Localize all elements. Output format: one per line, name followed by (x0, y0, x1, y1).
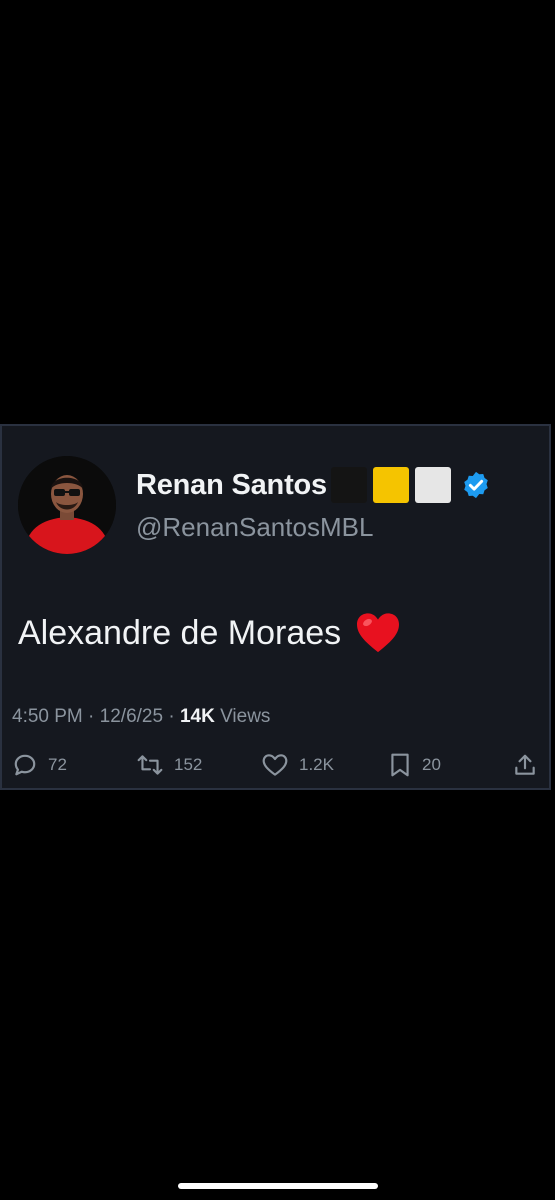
tweet-text: Alexandre de Moraes (18, 613, 342, 652)
reply-count: 72 (48, 755, 67, 774)
like-icon (262, 754, 288, 776)
display-name-row: Renan Santos (136, 464, 491, 506)
bookmark-icon (391, 753, 409, 777)
verified-badge-icon[interactable] (461, 470, 491, 500)
tweet-body: Alexandre de Moraes (18, 612, 401, 654)
home-indicator (178, 1183, 378, 1189)
share-icon (515, 754, 535, 775)
reply-button[interactable]: 72 (12, 748, 67, 782)
views-label[interactable]: Views (220, 706, 270, 727)
reply-icon (14, 754, 36, 776)
white-square-emoji (414, 467, 451, 503)
share-button[interactable] (512, 748, 538, 782)
user-handle[interactable]: @RenanSantosMBL (136, 512, 373, 543)
tweet-card[interactable]: Renan Santos @RenanSantosMBL Alexandre d… (0, 424, 551, 790)
tweet-time[interactable]: 4:50 PM (12, 706, 83, 727)
meta-separator: · (168, 706, 175, 727)
avatar-photo (18, 456, 116, 554)
avatar[interactable] (18, 456, 116, 554)
tweet-date[interactable]: 12/6/25 (100, 706, 163, 727)
repost-count: 152 (174, 755, 203, 774)
meta-separator: · (88, 706, 95, 727)
views-count[interactable]: 14K (180, 706, 215, 727)
like-count: 1.2K (299, 755, 334, 774)
bookmark-count: 20 (422, 755, 441, 774)
repost-icon (137, 755, 163, 775)
display-name[interactable]: Renan Santos (136, 469, 327, 502)
action-bar: 72 152 1.2K 20 (2, 748, 549, 782)
red-heart-icon (357, 613, 400, 653)
tweet-metadata: 4:50 PM · 12/6/25 · 14K Views (12, 706, 270, 728)
repost-button[interactable]: 152 (136, 748, 202, 782)
black-square-emoji (330, 467, 367, 503)
like-button[interactable]: 1.2K (261, 748, 334, 782)
bookmark-button[interactable]: 20 (388, 748, 441, 782)
yellow-square-emoji (372, 467, 409, 503)
